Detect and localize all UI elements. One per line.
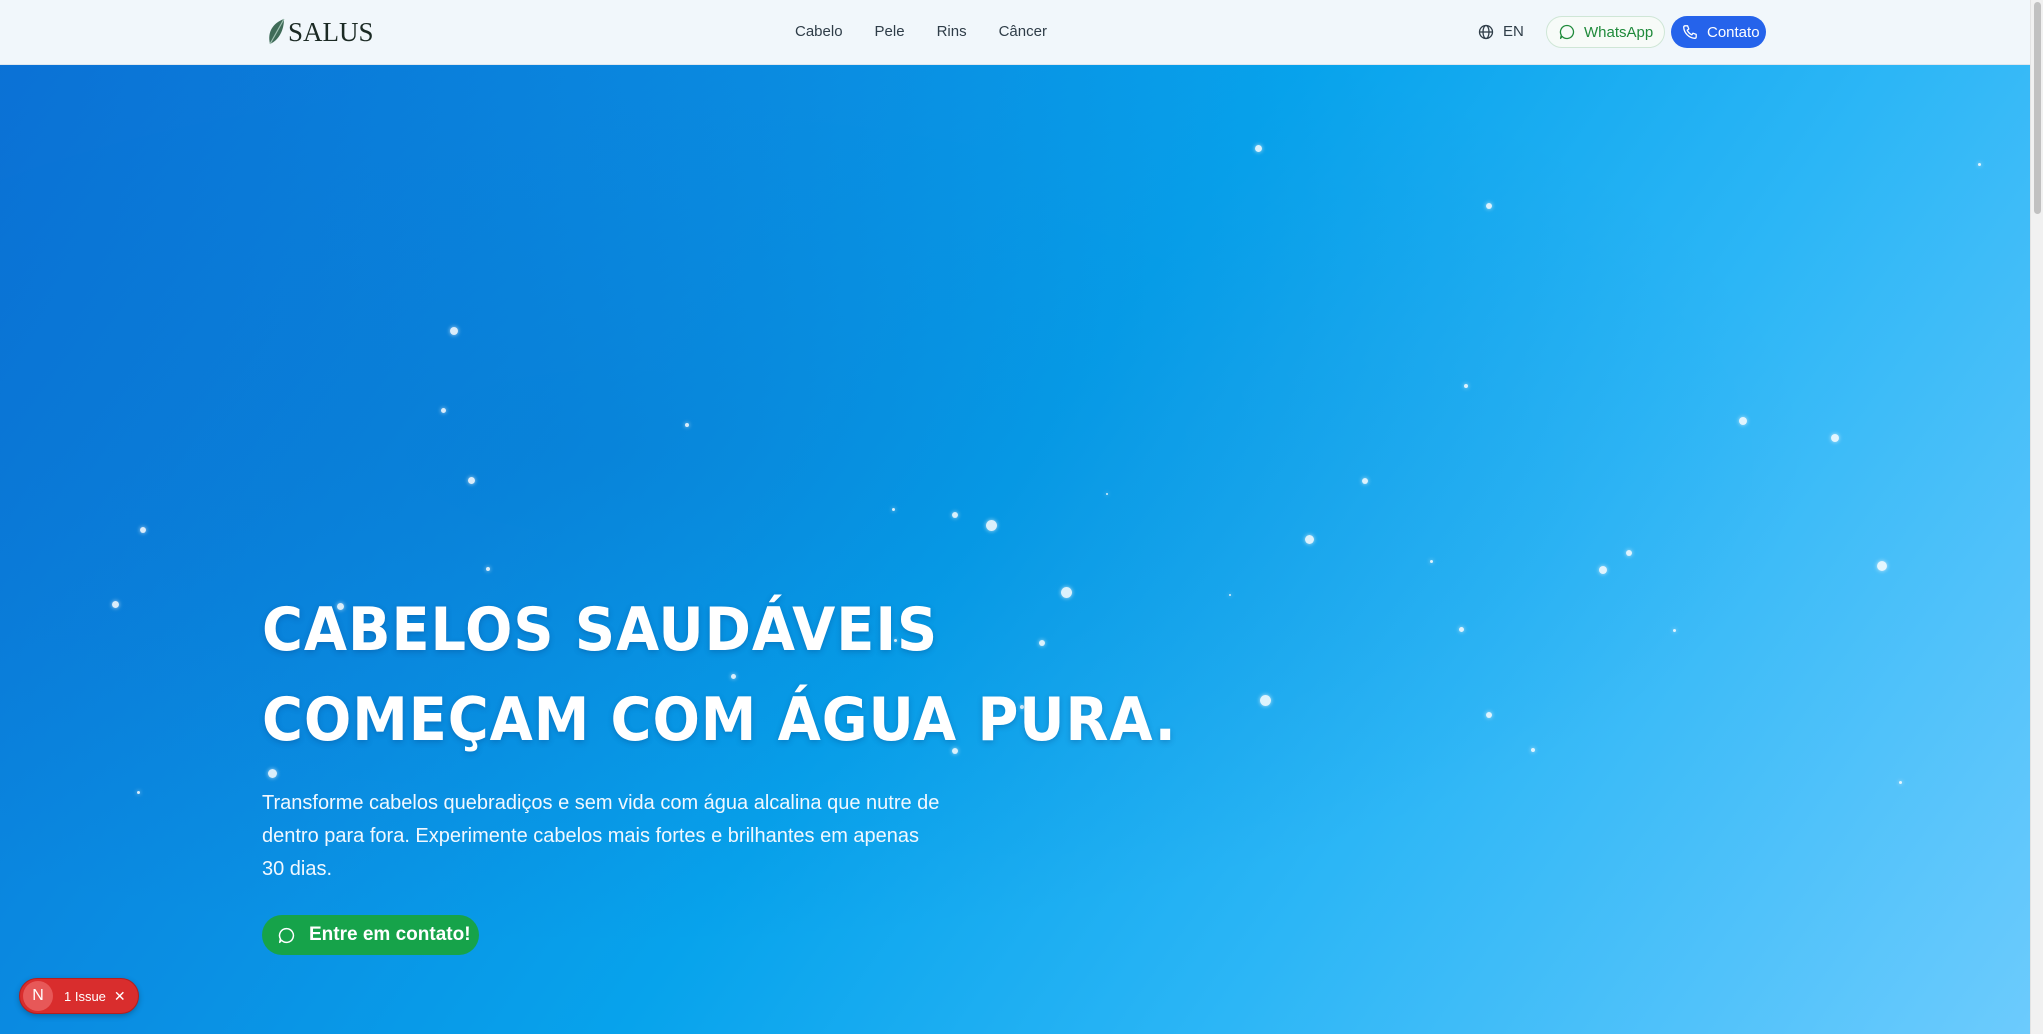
- issue-count[interactable]: 1 Issue: [64, 989, 106, 1004]
- bubble: [1673, 629, 1676, 632]
- leaf-icon: [269, 18, 285, 45]
- hero-section: CABELOS SAUDÁVEIS COMEÇAM COM ÁGUA PURA.…: [0, 65, 2030, 1034]
- nav-item-cabelo[interactable]: Cabelo: [795, 22, 843, 42]
- nav-item-rins[interactable]: Rins: [937, 22, 967, 42]
- scrollbar-thumb[interactable]: [2034, 2, 2041, 214]
- bubble: [1486, 712, 1492, 718]
- whatsapp-button[interactable]: WhatsApp: [1546, 16, 1666, 48]
- language-switcher[interactable]: EN: [1478, 22, 1524, 42]
- issue-badge[interactable]: N 1 Issue ✕: [19, 978, 139, 1014]
- globe-icon: [1478, 24, 1494, 40]
- bubble: [140, 527, 146, 533]
- brand-name: SALUS: [288, 17, 374, 47]
- bubble: [1626, 550, 1632, 556]
- bubble: [268, 769, 277, 778]
- hero-subtitle: Transforme cabelos quebradiços e sem vid…: [262, 792, 940, 880]
- close-icon[interactable]: ✕: [114, 988, 126, 1005]
- bubble: [441, 408, 446, 413]
- bubble: [892, 508, 895, 511]
- bubble: [1255, 145, 1262, 152]
- bubble: [468, 477, 475, 484]
- page-scrollbar[interactable]: [2030, 0, 2043, 1034]
- bubble: [952, 512, 958, 518]
- bubble: [1739, 417, 1747, 425]
- hero-title-line2: COMEÇAM COM ÁGUA PURA.: [262, 685, 1177, 755]
- bubble: [1599, 566, 1607, 574]
- hero-title-line1: CABELOS SAUDÁVEIS: [262, 595, 939, 665]
- bubble: [1531, 748, 1535, 752]
- contact-cta-button[interactable]: Entre em contato!: [262, 915, 479, 955]
- bubble: [1305, 535, 1314, 544]
- framework-logo-icon: N: [23, 981, 53, 1011]
- bubble: [1106, 493, 1108, 495]
- bubble: [486, 567, 490, 571]
- bubble: [1229, 594, 1231, 596]
- bubble: [112, 601, 119, 608]
- bubble: [1430, 560, 1433, 563]
- bubble: [1486, 203, 1492, 209]
- bubble: [1260, 695, 1271, 706]
- language-label: EN: [1503, 23, 1524, 40]
- chat-bubble-icon: [278, 927, 295, 943]
- contact-button[interactable]: Contato: [1671, 16, 1766, 48]
- bubble: [1899, 781, 1902, 784]
- bubble: [986, 520, 997, 531]
- contact-label: Contato: [1707, 23, 1760, 41]
- bubble: [685, 423, 689, 427]
- bubble: [1464, 384, 1468, 388]
- nav-item-pele[interactable]: Pele: [875, 22, 905, 42]
- cta-label: Entre em contato!: [309, 924, 471, 945]
- bubble: [137, 791, 140, 794]
- bubble: [450, 327, 458, 335]
- bubble: [1978, 163, 1981, 166]
- hero-title: CABELOS SAUDÁVEIS COMEÇAM COM ÁGUA PURA.: [262, 585, 1177, 765]
- bubble: [1459, 627, 1464, 632]
- bubble: [1831, 434, 1839, 442]
- main-nav: Cabelo Pele Rins Câncer: [795, 22, 1079, 42]
- phone-icon: [1683, 25, 1697, 39]
- nav-item-cancer[interactable]: Câncer: [999, 22, 1047, 42]
- whatsapp-icon: [1559, 24, 1575, 40]
- site-header: SALUS Cabelo Pele Rins Câncer EN WhatsAp…: [0, 0, 2030, 65]
- brand-logo[interactable]: SALUS: [267, 18, 374, 46]
- whatsapp-label: WhatsApp: [1584, 23, 1654, 41]
- bubble: [1362, 478, 1368, 484]
- bubble: [1877, 561, 1887, 571]
